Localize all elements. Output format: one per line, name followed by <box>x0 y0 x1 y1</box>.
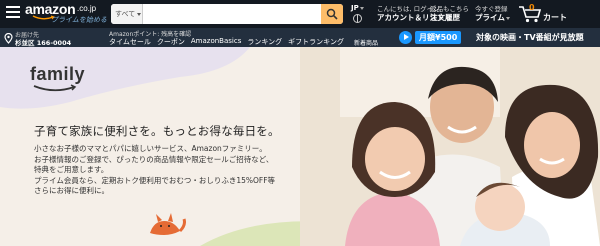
subnav-links: タイムセール クーポン AmazonBasics ランキング ギフトランキング … <box>109 37 384 47</box>
chevron-down-icon <box>359 6 364 10</box>
search-bar: すべて <box>111 4 343 24</box>
chevron-down-icon <box>137 12 142 16</box>
family-photo <box>300 47 600 246</box>
subnav-link-new-arrivals[interactable]: 新着商品 <box>354 38 378 47</box>
prime-label: プライム <box>475 13 505 22</box>
family-smile-icon <box>33 84 77 92</box>
globe-icon <box>353 14 362 23</box>
family-hero-banner[interactable]: family 子育て家族に便利さを。もっとお得な毎日を。 小さなお子様のママとパ… <box>0 47 600 246</box>
chevron-down-icon <box>505 16 510 20</box>
prime-video-promo[interactable]: 月額¥500 対象の映画・TV番組が見放題 <box>399 30 600 45</box>
amazon-family-logo: family <box>30 64 86 92</box>
promo-text: 対象の映画・TV番組が見放題 <box>476 33 584 42</box>
returns-label: 返品もこちら <box>430 5 469 13</box>
hero-body-line: お子様情報のご登録で、ぴったりの商品情報や限定セールご招待など、 <box>34 154 274 164</box>
hero-body-line: 特典をご用意します。 <box>34 165 109 174</box>
search-input[interactable] <box>143 4 321 24</box>
search-category-label: すべて <box>115 10 136 18</box>
search-icon <box>326 8 338 20</box>
play-icon <box>399 31 412 44</box>
cart-label: カート <box>543 13 567 22</box>
promo-price-badge: 月額¥500 <box>415 31 462 44</box>
location-pin-icon <box>4 33 13 44</box>
logo-prime-subtext: プライムを始める <box>51 17 107 24</box>
cart-button[interactable]: 0 カート <box>518 3 578 25</box>
top-nav: amazon .co.jp プライムを始める すべて JP こんにちは, ログイ… <box>0 0 600 28</box>
hamburger-menu-icon[interactable] <box>6 6 20 18</box>
orders-label: 注文履歴 <box>430 13 460 22</box>
hero-body-line: さらにお得に便利に。 <box>34 186 109 195</box>
subnav-link-timesale[interactable]: タイムセール <box>109 37 151 47</box>
hero-body-line: プライム会員なら、定期おトク便利用でおむつ・おしりふき15%OFF等 <box>34 175 276 185</box>
secondary-nav: お届け先 杉並区 166-0004 Amazonポイント: 残高を確認 タイムセ… <box>0 28 600 47</box>
language-label: JP <box>351 4 359 12</box>
subnav-link-gift-ranking[interactable]: ギフトランキング <box>288 37 344 47</box>
hero-body-line: 小さなお子様のママとパパに嬉しいサービス、Amazonファミリー。 <box>34 144 267 153</box>
prime-menu[interactable]: 今すぐ登録 プライム <box>475 5 510 22</box>
language-selector[interactable]: JP <box>351 4 364 12</box>
search-category-select[interactable]: すべて <box>111 4 143 24</box>
cart-count: 0 <box>529 3 535 12</box>
orders-link[interactable]: 返品もこちら 注文履歴 <box>430 5 469 22</box>
amazon-logo[interactable]: amazon .co.jp プライムを始める <box>25 1 107 27</box>
family-logo-text: family <box>30 64 86 84</box>
deliver-address: 杉並区 166-0004 <box>15 39 72 47</box>
subnav-link-coupon[interactable]: クーポン <box>157 37 185 47</box>
fox-illustration <box>150 213 186 235</box>
search-button[interactable] <box>321 4 343 24</box>
logo-domain: .co.jp <box>77 4 97 13</box>
hero-headline: 子育て家族に便利さを。もっとお得な毎日を。 <box>34 124 280 138</box>
hero-body-text: 小さなお子様のママとパパに嬉しいサービス、Amazonファミリー。 お子様情報の… <box>34 144 275 197</box>
prime-signup-label: 今すぐ登録 <box>475 5 508 13</box>
subnav-link-amazonbasics[interactable]: AmazonBasics <box>191 37 241 47</box>
subnav-link-ranking[interactable]: ランキング <box>247 37 282 47</box>
